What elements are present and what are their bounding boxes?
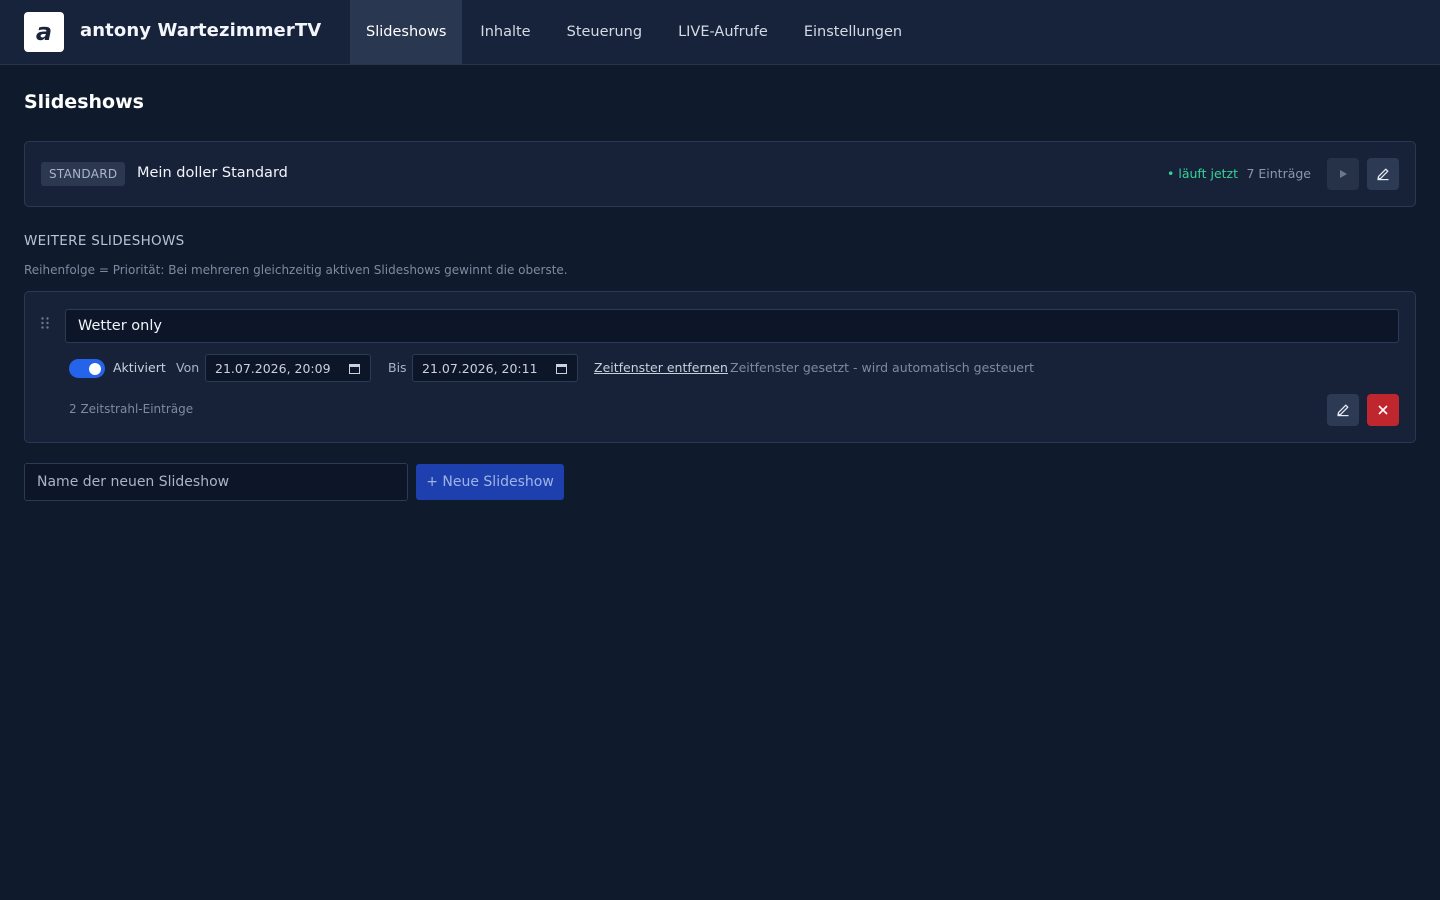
nav-tab-live-aufrufe[interactable]: LIVE-Aufrufe [660,0,786,64]
auto-control-hint: Zeitfenster gesetzt - wird automatisch g… [730,360,1035,375]
to-datetime-input[interactable]: 21.07.2026, 20:11 [412,354,578,382]
delete-slideshow-button[interactable] [1367,394,1399,426]
standard-slideshow-name: Mein doller Standard [137,165,288,181]
from-label: Von [176,360,200,375]
nav-tab-inhalte[interactable]: Inhalte [462,0,548,64]
app-logo[interactable]: a [24,12,64,52]
pencil-icon [1337,404,1349,417]
from-datetime-input[interactable]: 21.07.2026, 20:09 [205,354,371,382]
edit-slideshow-button[interactable] [1327,394,1359,426]
nav-tab-slideshows[interactable]: Slideshows [350,0,463,64]
main-nav: Slideshows Inhalte Steuerung LIVE-Aufruf… [350,0,920,64]
timeline-entries-count: 2 Zeitstrahl-Einträge [69,402,194,416]
remove-time-window-link[interactable]: Zeitfenster entfernen [594,360,728,375]
page-title: Slideshows [24,91,144,113]
calendar-icon[interactable] [556,363,567,374]
drag-handle-icon[interactable] [40,316,50,330]
nav-tab-steuerung[interactable]: Steuerung [549,0,660,64]
enabled-label: Aktiviert [113,360,166,375]
nav-tab-einstellungen[interactable]: Einstellungen [786,0,920,64]
app-title: antony WartezimmerTV [80,20,322,41]
top-bar: a antony WartezimmerTV Slideshows Inhalt… [0,0,1440,65]
close-icon [1378,405,1388,415]
standard-slideshow-card: STANDARD Mein doller Standard • läuft je… [24,141,1416,207]
standard-badge: STANDARD [41,162,126,186]
calendar-icon[interactable] [349,363,360,374]
new-slideshow-button[interactable]: + Neue Slideshow [416,464,564,500]
entries-count: 7 Einträge [1246,166,1311,181]
new-slideshow-name-input[interactable] [24,463,408,501]
pencil-icon [1377,168,1389,181]
play-icon [1340,170,1347,178]
enabled-toggle[interactable] [69,359,105,378]
edit-standard-button[interactable] [1367,158,1399,190]
slideshow-name-input[interactable] [65,309,1399,343]
to-label: Bis [388,360,407,375]
running-status: • läuft jetzt [1167,166,1238,181]
play-button[interactable] [1327,158,1359,190]
slideshow-card: Aktiviert Von 21.07.2026, 20:09 Bis 21.0… [24,291,1416,443]
to-datetime-value: 21.07.2026, 20:11 [422,360,538,376]
from-datetime-value: 21.07.2026, 20:09 [215,360,331,376]
section-heading: WEITERE SLIDESHOWS [24,233,185,249]
priority-hint: Reihenfolge = Priorität: Bei mehreren gl… [24,263,568,277]
